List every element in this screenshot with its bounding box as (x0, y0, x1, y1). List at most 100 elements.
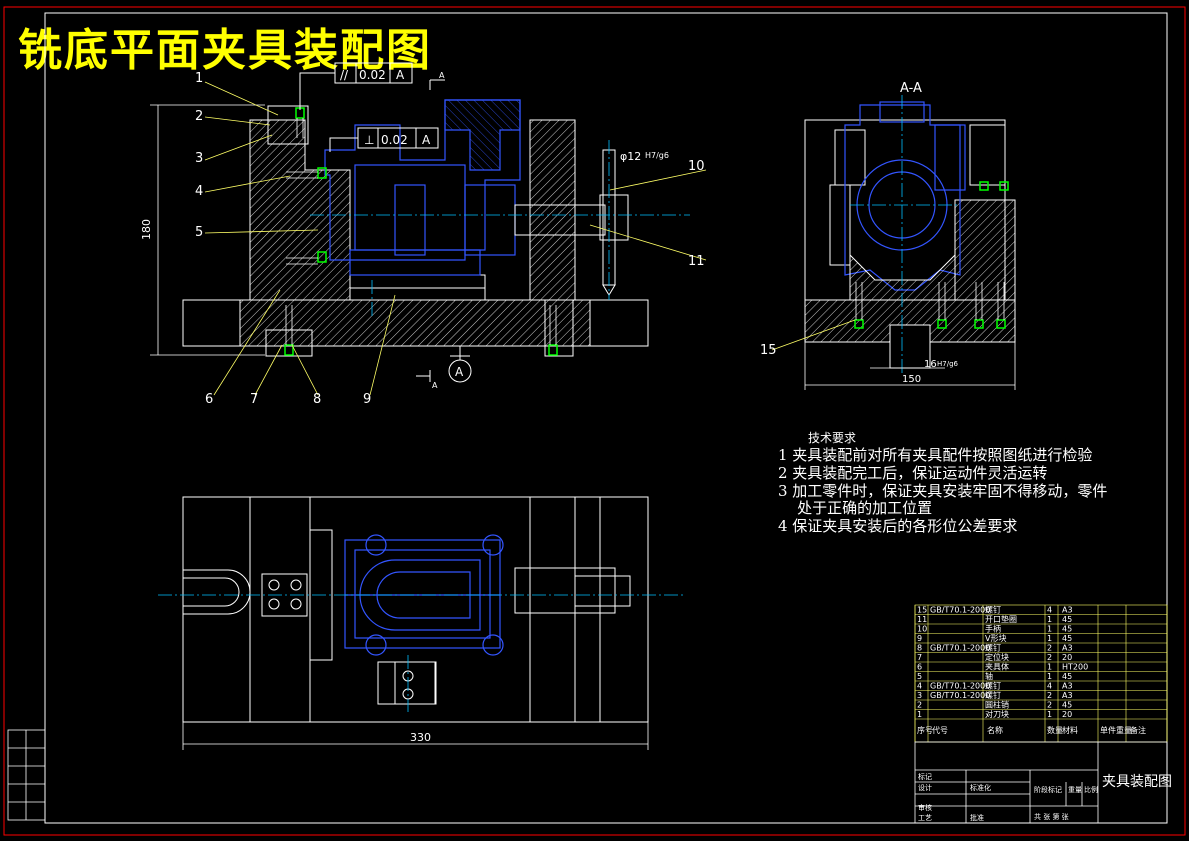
part-label-10: 10 (688, 159, 705, 174)
tol2-value: 0.02 (381, 133, 408, 147)
title-block-drawing-name: 夹具装配图 (1102, 774, 1172, 790)
bom-cell: 20 (1062, 653, 1072, 662)
tb-design: 设计 (918, 783, 932, 792)
section-view (804, 119, 1016, 369)
bom-cell: 1 (917, 710, 922, 719)
bom-cell: 10 (917, 625, 927, 634)
part-label-8: 8 (313, 392, 321, 407)
title-block-text: 标记 设计 标准化 阶段标记 重量 比例 审核 工艺 批准 共 张 第 张 (918, 772, 1098, 822)
bom-cell: 2 (1047, 653, 1052, 662)
part-label-6: 6 (205, 392, 213, 407)
bom-header-cell: 备注 (1130, 725, 1146, 735)
bom-cell: 9 (917, 634, 922, 643)
bom-cell: 圆柱销 (985, 700, 1009, 710)
bom-cell: GB/T70.1-2000 (930, 644, 990, 653)
bom-cell: 螺钉 (985, 681, 1001, 691)
part-label-11: 11 (688, 254, 705, 269)
bom-cell: GB/T70.1-2000 (930, 682, 990, 691)
bom-cell: GB/T70.1-2000 (930, 606, 990, 615)
tol2-datum: A (422, 133, 431, 147)
tb-process: 工艺 (918, 814, 932, 822)
tol1-datum: A (396, 68, 405, 82)
tb-approve: 批准 (970, 813, 984, 822)
part-label-4: 4 (195, 184, 203, 199)
bom-cell: 1 (1047, 663, 1052, 672)
bom-cell: 8 (917, 644, 922, 653)
tech-req-item-1: 1 夹具装配前对所有夹具配件按照图纸进行检验 (778, 446, 1093, 464)
part-label-3: 3 (195, 151, 203, 166)
bom-cell: 螺钉 (985, 690, 1001, 700)
bom-cell: 45 (1062, 672, 1072, 681)
dim-pin-fit: H7/g6 (645, 151, 669, 160)
bom-header-cell: 代号 (932, 725, 948, 735)
section-mark-bottom: A (432, 381, 438, 390)
bom-cell: A3 (1062, 644, 1073, 653)
bom-cell: 1 (1047, 615, 1052, 624)
bom-cell: 2 (1047, 644, 1052, 653)
bom-cell: 1 (1047, 710, 1052, 719)
tech-req-item-2: 2 夹具装配完工后，保证运动件灵活运转 (778, 464, 1048, 482)
bom-cell: 4 (1047, 606, 1052, 615)
bom-cell: 1 (1047, 672, 1052, 681)
drawing-canvas: 铣底平面夹具装配图 // 0.02 A ⊥ 0.02 A 180 φ12 H7/… (0, 0, 1189, 841)
tb-stage: 阶段标记 (1034, 785, 1062, 794)
tech-req-title: 技术要求 (808, 431, 857, 445)
bom-cell: 2 (1047, 701, 1052, 710)
bom-cell: 1 (1047, 625, 1052, 634)
bom-header-cell: 材料 (1062, 725, 1078, 735)
part-label-1: 1 (195, 71, 203, 86)
cad-drawing: // 0.02 A ⊥ 0.02 A 180 φ12 H7/g6 A A A 1… (3, 6, 1186, 836)
bom-cell: HT200 (1062, 663, 1088, 672)
tb-review: 审核 (918, 803, 932, 812)
bom-cell: 夹具体 (985, 662, 1009, 672)
tol1-symbol: // (340, 68, 349, 82)
bom-cell: 15 (917, 606, 927, 615)
bom-header-cell: 序号 (917, 725, 933, 735)
bom-header-cell: 名称 (987, 725, 1003, 735)
bom-cell: 螺钉 (985, 643, 1001, 653)
bom-cell: A3 (1062, 606, 1073, 615)
dim-height-text: 180 (140, 219, 153, 240)
dim-key-fit: H7/g6 (937, 360, 959, 368)
plan-view (182, 496, 649, 723)
datum-label: A (455, 365, 464, 379)
bom-cell: 20 (1062, 710, 1072, 719)
bom-header-cell: 单件重量 (1100, 725, 1132, 735)
bom-cell: A3 (1062, 691, 1073, 700)
bom-cell: 定位块 (985, 652, 1009, 662)
tol2-symbol: ⊥ (364, 133, 374, 147)
section-title: A-A (900, 81, 922, 96)
dim-section-width: 150 (902, 374, 921, 385)
front-workpiece (324, 99, 521, 276)
bom-cell: 7 (917, 653, 922, 662)
tb-scale: 比例 (1084, 785, 1098, 794)
dim-plan-length-text: 330 (410, 731, 431, 744)
bom-cell: 2 (917, 701, 922, 710)
bom-cell: GB/T70.1-2000 (930, 691, 990, 700)
bom-cell: 45 (1062, 615, 1072, 624)
bom-cell: 11 (917, 615, 927, 624)
bom-cell: 45 (1062, 634, 1072, 643)
tb-standard: 标准化 (970, 783, 991, 792)
part-label-2: 2 (195, 109, 203, 124)
tb-sheets: 共 张 第 张 (1034, 812, 1069, 821)
bom-cell: 45 (1062, 625, 1072, 634)
tb-weight: 重量 (1068, 786, 1082, 794)
part-label-15: 15 (760, 343, 777, 358)
bom-cell: 开口垫圈 (985, 614, 1017, 624)
part-label-7: 7 (250, 392, 258, 407)
bom-cell: 3 (917, 691, 922, 700)
bom-table-grid (914, 604, 1168, 743)
section-mark-top: A (439, 71, 445, 80)
bom-cell: 手柄 (985, 624, 1001, 634)
dim-key-width: 16 (924, 359, 937, 370)
bom-cell: 对刀块 (985, 709, 1009, 719)
bom-cell: 轴 (985, 671, 993, 681)
bom-cell: 45 (1062, 701, 1072, 710)
part-label-9: 9 (363, 392, 371, 407)
tech-req-item-3b: 处于正确的加工位置 (778, 499, 933, 517)
part-label-5: 5 (195, 225, 203, 240)
bom-cell: 5 (917, 672, 922, 681)
bom-cell: A3 (1062, 682, 1073, 691)
tb-labels: 标记 (918, 772, 932, 781)
